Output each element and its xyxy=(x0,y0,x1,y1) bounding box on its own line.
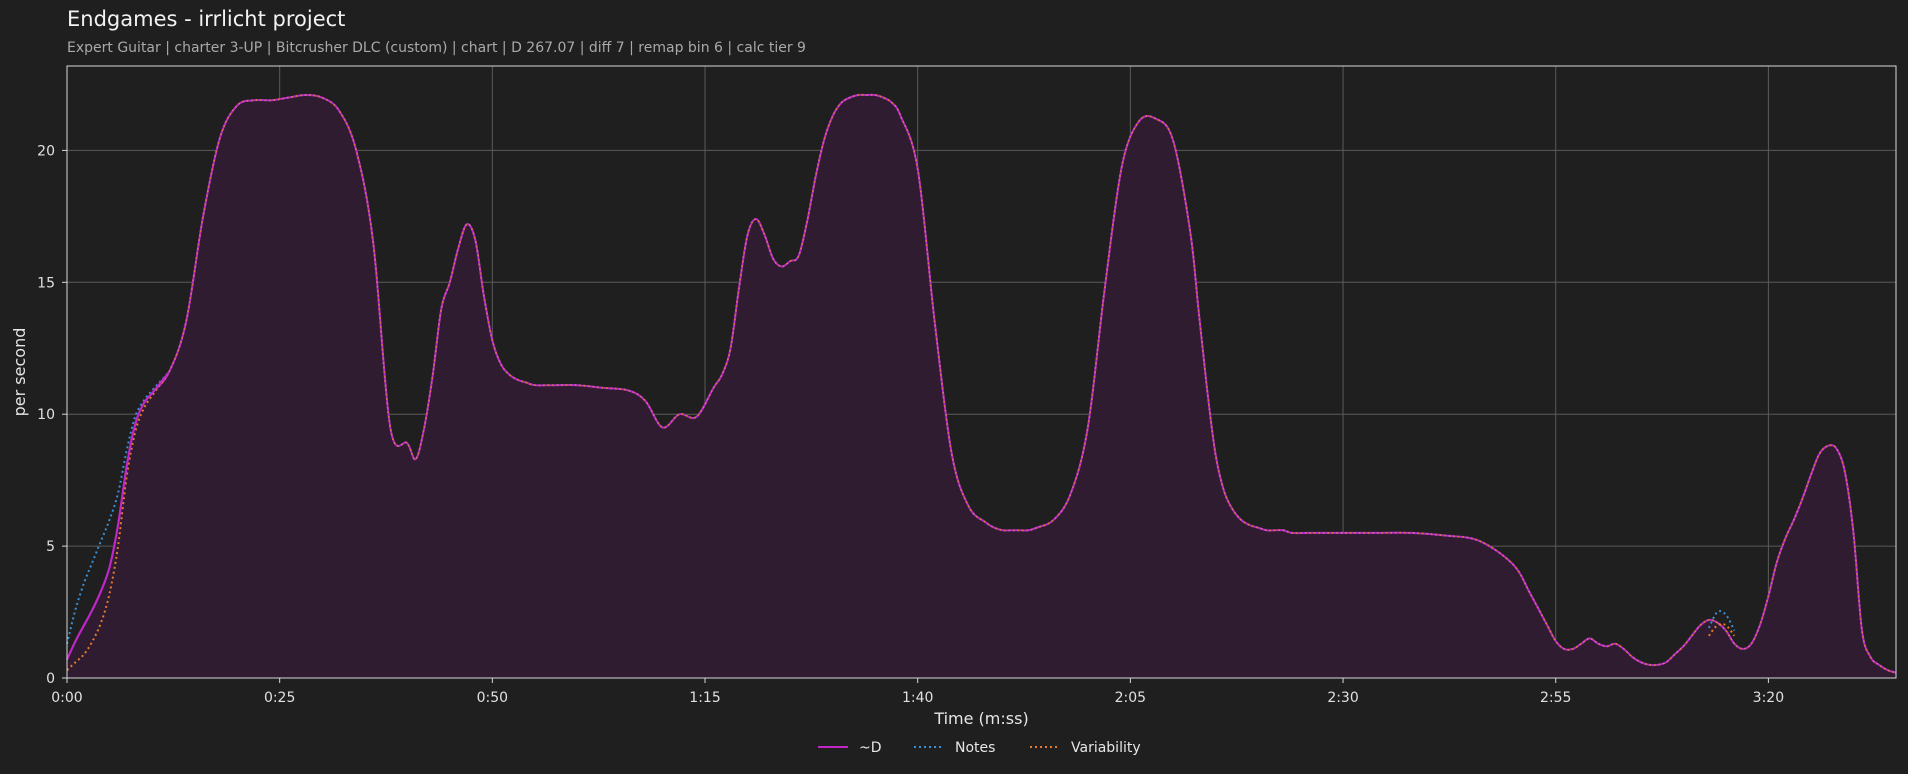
x-axis-ticks: 0:00 0:25 0:50 1:15 1:40 2:05 2:30 2:55 3:20 xyxy=(51,678,1784,706)
legend-label: Notes xyxy=(955,740,995,756)
chart-canvas: 0:00 0:25 0:50 1:15 1:40 2:05 2:30 2:55 3:20 0 5 1… xyxy=(10,65,1897,756)
y-tick-label: 5 xyxy=(46,539,55,555)
x-tick-label: 2:30 xyxy=(1327,690,1358,706)
y-axis-ticks: 0 5 10 15 20 xyxy=(37,143,67,687)
x-tick-label: 0:25 xyxy=(264,690,295,706)
x-tick-label: 0:00 xyxy=(51,690,82,706)
y-tick-label: 10 xyxy=(37,407,55,423)
x-tick-label: 0:50 xyxy=(477,690,508,706)
x-tick-label: 2:55 xyxy=(1540,690,1571,706)
x-tick-label: 2:05 xyxy=(1115,690,1146,706)
legend-label: Variability xyxy=(1071,740,1141,756)
legend: ~D Notes Variability xyxy=(818,740,1141,756)
series-layer xyxy=(66,93,1897,678)
x-axis-label: Time (m:ss) xyxy=(933,709,1028,728)
series-area-fill xyxy=(67,94,1896,678)
x-tick-label: 3:20 xyxy=(1753,690,1784,706)
x-tick-label: 1:15 xyxy=(689,690,720,706)
y-tick-label: 15 xyxy=(37,275,55,291)
y-tick-label: 20 xyxy=(37,143,55,159)
y-tick-label: 0 xyxy=(46,671,55,687)
legend-label: ~D xyxy=(859,740,882,756)
x-tick-label: 1:40 xyxy=(902,690,933,706)
y-axis-label: per second xyxy=(10,328,29,417)
